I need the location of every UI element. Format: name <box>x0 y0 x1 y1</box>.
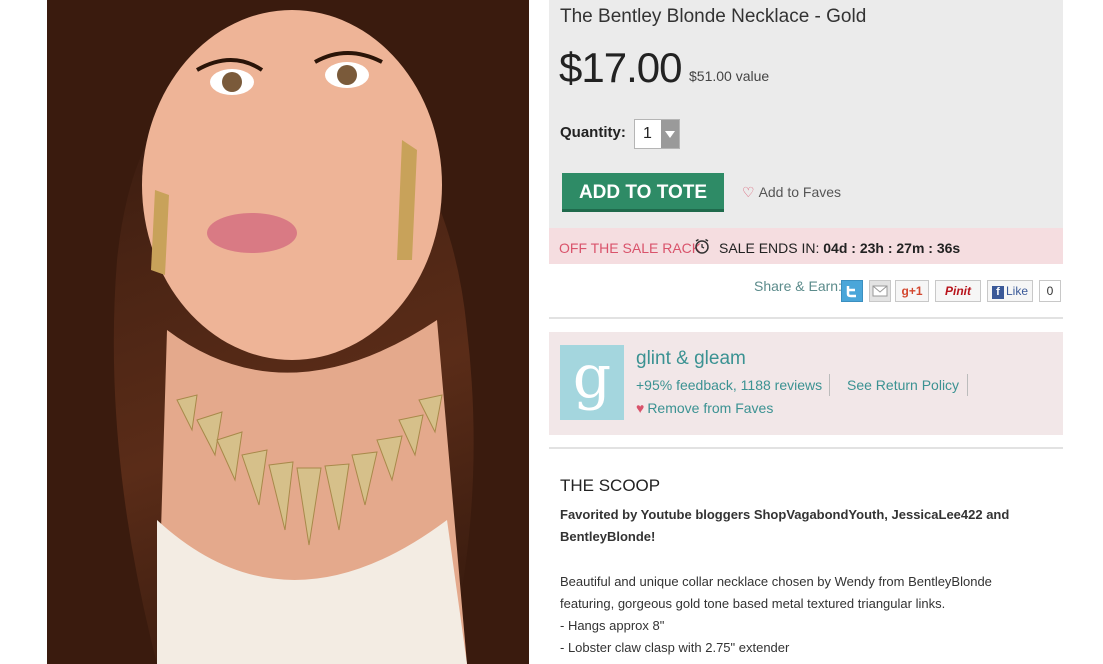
email-icon <box>872 285 888 297</box>
product-details-panel: The Bentley Blonde Necklace - Gold $17.0… <box>549 0 1063 664</box>
alarm-clock-icon <box>695 238 709 254</box>
remove-from-faves-link[interactable]: ♥ Remove from Faves <box>636 400 773 416</box>
return-policy-link[interactable]: See Return Policy <box>847 377 959 393</box>
quantity-value: 1 <box>643 125 652 142</box>
favorited-line: BentleyBlonde! <box>560 529 656 544</box>
heart-icon: ♥ <box>636 400 645 416</box>
quantity-select[interactable]: 1 <box>634 119 680 149</box>
product-description: Beautiful and unique collar necklace cho… <box>560 571 1020 659</box>
add-to-faves-link[interactable]: ♡ Add to Faves <box>742 184 841 201</box>
description-line: featuring, gorgeous gold tone based meta… <box>560 596 946 611</box>
countdown-value: 04d : 23h : 27m : 36s <box>823 240 961 256</box>
description-line: - Hangs approx 8" <box>560 618 665 633</box>
facebook-like-label: Like <box>1005 284 1028 298</box>
product-photo[interactable] <box>47 0 529 664</box>
heart-icon: ♡ <box>742 184 755 200</box>
separator <box>967 374 968 396</box>
remove-from-faves-label: Remove from Faves <box>647 400 774 416</box>
sale-banner: OFF THE SALE RACK SALE ENDS IN: 04d : 23… <box>549 228 1063 264</box>
facebook-icon: f <box>991 286 1004 299</box>
google-plus-label: +1 <box>908 284 923 298</box>
product-title: The Bentley Blonde Necklace - Gold <box>560 6 867 27</box>
email-share-button[interactable] <box>869 280 891 302</box>
favorited-line: Favorited by Youtube bloggers ShopVagabo… <box>560 507 1010 522</box>
google-plus-button[interactable]: g+1 <box>895 280 929 302</box>
chevron-down-icon[interactable] <box>661 120 679 148</box>
twitter-icon <box>846 286 856 298</box>
sale-ends-prefix: SALE ENDS IN: <box>719 240 820 256</box>
divider <box>549 447 1063 449</box>
sale-rack-label: OFF THE SALE RACK <box>559 240 702 256</box>
product-price: $17.00 <box>559 44 682 91</box>
buy-box: The Bentley Blonde Necklace - Gold $17.0… <box>549 0 1063 228</box>
like-count: 0 <box>1039 280 1061 302</box>
twitter-share-button[interactable] <box>841 280 863 302</box>
divider <box>549 317 1063 319</box>
seller-feedback: +95% feedback, 1188 reviews <box>636 377 823 393</box>
separator <box>829 374 830 396</box>
share-label: Share & Earn: <box>754 278 842 294</box>
original-value: $51.00 value <box>689 68 770 84</box>
seller-box: g glint & gleam +95% feedback, 1188 revi… <box>549 332 1063 435</box>
favorited-by-text: Favorited by Youtube bloggers ShopVagabo… <box>560 504 1010 548</box>
scoop-heading: THE SCOOP <box>560 476 661 495</box>
pinterest-button[interactable]: Pinit <box>935 280 981 302</box>
sale-countdown: SALE ENDS IN: 04d : 23h : 27m : 36s <box>719 240 960 256</box>
seller-name-link[interactable]: glint & gleam <box>636 348 746 370</box>
product-page: The Bentley Blonde Necklace - Gold $17.0… <box>0 0 1103 664</box>
description-line: Beautiful and unique collar necklace cho… <box>560 574 992 589</box>
description-line: - Lobster claw clasp with 2.75" extender <box>560 640 790 655</box>
seller-logo[interactable]: g <box>560 345 624 420</box>
add-to-tote-button[interactable]: ADD TO TOTE <box>562 173 724 212</box>
google-icon: g <box>901 284 909 298</box>
model-wearing-necklace-image <box>47 0 529 664</box>
add-to-faves-label: Add to Faves <box>758 184 842 200</box>
facebook-like-button[interactable]: f Like <box>987 280 1033 302</box>
quantity-label: Quantity: <box>560 124 626 141</box>
